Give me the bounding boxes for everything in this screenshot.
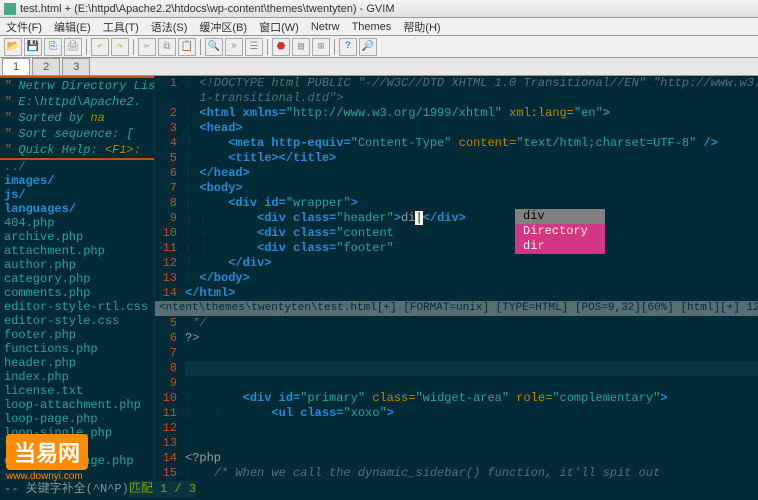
menu-window[interactable]: 窗口(W) [255, 19, 303, 35]
save-icon[interactable]: 💾 [24, 38, 42, 56]
bottom-pane[interactable]: 5678910111213141516171819 */ ?> | <div i… [155, 316, 758, 481]
paste-icon[interactable]: 📋 [178, 38, 196, 56]
netrw-file[interactable]: category.php [0, 272, 154, 286]
main-area: " Netrw Directory Lis " E:\httpd\Apache2… [0, 76, 758, 481]
menu-buffers[interactable]: 缓冲区(B) [195, 19, 251, 35]
separator [334, 39, 335, 55]
popup-item[interactable]: dir [515, 239, 605, 254]
netrw-file[interactable]: license.txt [0, 384, 154, 398]
line-gutter-bottom: 5678910111213141516171819 [155, 316, 183, 481]
menu-tools[interactable]: 工具(T) [99, 19, 143, 35]
saveall-icon[interactable]: ⎘ [44, 38, 62, 56]
menu-file[interactable]: 文件(F) [2, 19, 46, 35]
netrw-file[interactable]: archive.php [0, 230, 154, 244]
top-pane[interactable]: 1 234567891011121314 | <!DOCTYPE html PU… [155, 76, 758, 301]
cmd-match: 匹配 1 / 3 [129, 481, 196, 497]
menu-themes[interactable]: Themes [348, 21, 396, 33]
tab-bar: 1 2 3 [0, 58, 758, 76]
watermark: 当易网 www.downyi.com [6, 434, 88, 482]
editor-content: 1 234567891011121314 | <!DOCTYPE html PU… [155, 76, 758, 481]
ctags-icon[interactable]: ⊞ [312, 38, 330, 56]
toolbar: 📂 💾 ⎘ 🖨 ↶ ↷ ✂ ⧉ 📋 🔍 » ☰ ⬣ ▤ ⊞ ? 🔎 [0, 36, 758, 58]
netrw-file[interactable]: loop-page.php [0, 412, 154, 426]
popup-item-selected[interactable]: Directory [515, 224, 605, 239]
print-icon[interactable]: 🖨 [64, 38, 82, 56]
separator [133, 39, 134, 55]
cmd-mode: -- 关键字补全(^N^P) [4, 481, 129, 497]
separator [86, 39, 87, 55]
menu-help[interactable]: 帮助(H) [399, 19, 444, 35]
menu-bar: 文件(F) 编辑(E) 工具(T) 语法(S) 缓冲区(B) 窗口(W) Net… [0, 18, 758, 36]
netrw-sidebar[interactable]: " Netrw Directory Lis " E:\httpd\Apache2… [0, 76, 155, 481]
separator [267, 39, 268, 55]
window-titlebar: test.html + (E:\httpd\Apache2.2\htdocs\w… [0, 0, 758, 18]
tab-2[interactable]: 2 [32, 58, 60, 75]
netrw-dir[interactable]: images/ [0, 174, 154, 188]
netrw-file[interactable]: 404.php [0, 216, 154, 230]
findnext-icon[interactable]: » [225, 38, 243, 56]
copy-icon[interactable]: ⧉ [158, 38, 176, 56]
menu-netrw[interactable]: Netrw [307, 21, 344, 33]
code-area-bottom[interactable]: */ ?> | <div id="primary" class="widget-… [185, 316, 758, 481]
netrw-up[interactable]: ../ [0, 160, 154, 174]
netrw-dir[interactable]: js/ [0, 188, 154, 202]
netrw-file[interactable]: editor-style.css [0, 314, 154, 328]
search-help-icon[interactable]: 🔎 [359, 38, 377, 56]
undo-icon[interactable]: ↶ [91, 38, 109, 56]
netrw-file[interactable]: editor-style-rtl.css [0, 300, 154, 314]
window-title: test.html + (E:\httpd\Apache2.2\htdocs\w… [20, 3, 394, 15]
netrw-dir[interactable]: languages/ [0, 202, 154, 216]
help-icon[interactable]: ? [339, 38, 357, 56]
statusline-top: <ntent\themes\twentyten\test.html[+] [FO… [155, 301, 758, 316]
popup-item[interactable]: div [515, 209, 605, 224]
menu-edit[interactable]: 编辑(E) [50, 19, 95, 35]
replace-icon[interactable]: ☰ [245, 38, 263, 56]
netrw-file[interactable]: attachment.php [0, 244, 154, 258]
tab-1[interactable]: 1 [2, 58, 30, 75]
menu-syntax[interactable]: 语法(S) [147, 19, 192, 35]
shell-icon[interactable]: ▤ [292, 38, 310, 56]
netrw-file[interactable]: author.php [0, 258, 154, 272]
cut-icon[interactable]: ✂ [138, 38, 156, 56]
netrw-file[interactable]: footer.php [0, 328, 154, 342]
make-icon[interactable]: ⬣ [272, 38, 290, 56]
netrw-file[interactable]: index.php [0, 370, 154, 384]
tab-3[interactable]: 3 [62, 58, 90, 75]
redo-icon[interactable]: ↷ [111, 38, 129, 56]
netrw-file[interactable]: loop-attachment.php [0, 398, 154, 412]
open-icon[interactable]: 📂 [4, 38, 22, 56]
netrw-file[interactable]: header.php [0, 356, 154, 370]
separator [200, 39, 201, 55]
find-icon[interactable]: 🔍 [205, 38, 223, 56]
app-icon [4, 3, 16, 15]
netrw-file[interactable]: functions.php [0, 342, 154, 356]
code-area-top[interactable]: | <!DOCTYPE html PUBLIC "-//W3C//DTD XHT… [185, 76, 758, 301]
command-line[interactable]: -- 关键字补全(^N^P) 匹配 1 / 3 [0, 481, 758, 497]
line-gutter: 1 234567891011121314 [155, 76, 183, 301]
completion-popup[interactable]: div Directory dir [515, 209, 605, 254]
netrw-file[interactable]: comments.php [0, 286, 154, 300]
